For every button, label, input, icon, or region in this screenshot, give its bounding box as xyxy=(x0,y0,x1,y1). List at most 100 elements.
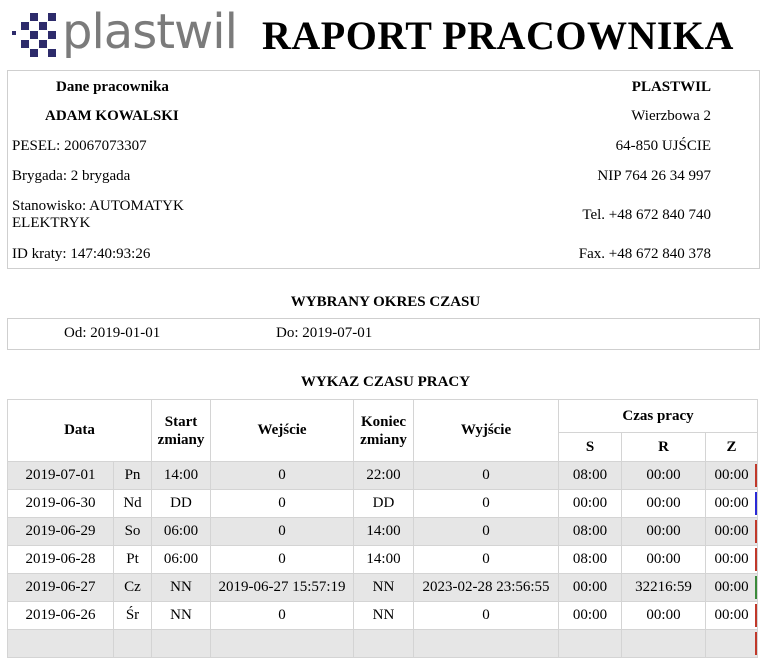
table-row: 2019-06-28 Pt 06:00 0 14:00 0 08:00 00:00 00:00 xyxy=(7,545,759,574)
row-status-marker xyxy=(755,632,757,655)
cell-date: 2019-06-26 xyxy=(7,601,114,630)
cell-shift-end: 14:00 xyxy=(353,545,415,574)
cell-day xyxy=(112,629,153,658)
worktime-heading: WYKAZ CZASU PRACY xyxy=(300,374,471,390)
cell-date: 2019-06-29 xyxy=(7,517,114,546)
cell-entry: 0 xyxy=(210,517,355,546)
company-city: 64-850 UJŚCIE xyxy=(615,138,711,154)
cell-entry: 0 xyxy=(210,489,355,518)
cell-shift-end: DD xyxy=(353,489,415,518)
cell-exit: 0 xyxy=(413,517,560,546)
company-nip: NIP 764 26 34 997 xyxy=(597,168,711,184)
cell-r: 00:00 xyxy=(621,545,707,574)
cell-day: Śr xyxy=(112,601,153,630)
cell-date: 2019-07-01 xyxy=(7,461,114,490)
report-title: RAPORT PRACOWNIKA xyxy=(262,13,734,58)
row-status-marker xyxy=(755,548,757,571)
cell-r: 00:00 xyxy=(621,517,707,546)
table-row: 2019-07-01 Pn 14:00 0 22:00 0 08:00 00:00 00:00 xyxy=(7,461,759,490)
row-status-marker xyxy=(755,464,757,487)
period-from: Od: 2019-01-01 xyxy=(64,325,161,341)
cell-s: 08:00 xyxy=(558,545,623,574)
cell-r: 00:00 xyxy=(621,461,707,490)
period-heading: WYBRANY OKRES CZASU xyxy=(290,294,481,310)
cell-shift-end: NN xyxy=(353,601,415,630)
cell-z xyxy=(705,629,759,658)
cell-z: 00:00 xyxy=(705,545,759,574)
cell-z: 00:00 xyxy=(705,573,759,602)
row-status-marker xyxy=(755,576,757,599)
cell-day: Pt xyxy=(112,545,153,574)
cell-day: So xyxy=(112,517,153,546)
cell-shift-end: NN xyxy=(353,573,415,602)
cell-shift-start xyxy=(151,629,212,658)
cell-day: Cz xyxy=(112,573,153,602)
col-header-r: R xyxy=(621,432,707,462)
col-header-work-time: Czas pracy xyxy=(558,399,759,433)
cell-z: 00:00 xyxy=(705,489,759,518)
row-status-marker xyxy=(755,520,757,543)
cell-s: 08:00 xyxy=(558,461,623,490)
cell-exit: 2023-02-28 23:56:55 xyxy=(413,573,560,602)
employee-pesel: PESEL: 20067073307 xyxy=(12,138,147,154)
cell-exit: 0 xyxy=(413,545,560,574)
cell-entry: 2019-06-27 15:57:19 xyxy=(210,573,355,602)
company-name: PLASTWIL xyxy=(631,79,711,95)
cell-date: 2019-06-27 xyxy=(7,573,114,602)
cell-s: 00:00 xyxy=(558,489,623,518)
employee-company-info: Dane pracownika ADAM KOWALSKI PESEL: 200… xyxy=(7,70,760,269)
col-header-exit: Wyjście xyxy=(413,399,560,462)
cell-z: 00:00 xyxy=(705,517,759,546)
cell-shift-start: NN xyxy=(151,573,212,602)
employee-brigade: Brygada: 2 brygada xyxy=(12,168,131,184)
cell-r: 32216:59 xyxy=(621,573,707,602)
cell-r xyxy=(621,629,707,658)
cell-shift-start: 06:00 xyxy=(151,517,212,546)
cell-exit: 0 xyxy=(413,601,560,630)
worktime-rows: 2019-07-01 Pn 14:00 0 22:00 0 08:00 00:00 00:00 2… xyxy=(7,461,759,658)
period-to: Do: 2019-07-01 xyxy=(276,325,373,341)
employee-card-id: ID kraty: 147:40:93:26 xyxy=(12,246,151,262)
cell-exit xyxy=(413,629,560,658)
table-row: 2019-06-30 Nd DD 0 DD 0 00:00 00:00 00:00 xyxy=(7,489,759,518)
cell-shift-end: 22:00 xyxy=(353,461,415,490)
row-status-marker xyxy=(755,604,757,627)
employee-position: Stanowisko: AUTOMATYK ELEKTRYK xyxy=(12,198,184,231)
employee-heading: Dane pracownika xyxy=(56,79,169,95)
cell-r: 00:00 xyxy=(621,601,707,630)
cell-entry: 0 xyxy=(210,601,355,630)
period-box: Od: 2019-01-01 Do: 2019-07-01 xyxy=(7,318,760,350)
table-row: 2019-06-29 So 06:00 0 14:00 0 08:00 00:00 00:00 xyxy=(7,517,759,546)
worktime-table: Data Start zmiany Wejście Koniec zmiany … xyxy=(6,399,759,658)
logo-wordmark: plastwil xyxy=(62,4,238,60)
col-header-date: Data xyxy=(6,399,153,462)
col-header-z: Z xyxy=(705,432,759,462)
table-row xyxy=(7,629,759,658)
employee-name: ADAM KOWALSKI xyxy=(45,108,179,124)
company-fax: Fax. +48 672 840 378 xyxy=(578,246,711,262)
cell-s: 08:00 xyxy=(558,517,623,546)
company-street: Wierzbowa 2 xyxy=(631,108,711,124)
cell-shift-start: 14:00 xyxy=(151,461,212,490)
cell-day: Pn xyxy=(112,461,153,490)
cell-s: 00:00 xyxy=(558,601,623,630)
cell-shift-start: 06:00 xyxy=(151,545,212,574)
col-header-entry: Wejście xyxy=(210,399,355,462)
company-tel: Tel. +48 672 840 740 xyxy=(582,207,711,223)
col-header-shift-end: Koniec zmiany xyxy=(353,399,415,462)
cell-s xyxy=(558,629,623,658)
col-header-shift-start: Start zmiany xyxy=(151,399,212,462)
cell-date xyxy=(7,629,114,658)
cell-shift-start: DD xyxy=(151,489,212,518)
cell-date: 2019-06-30 xyxy=(7,489,114,518)
cell-z: 00:00 xyxy=(705,461,759,490)
cell-entry: 0 xyxy=(210,461,355,490)
cell-exit: 0 xyxy=(413,461,560,490)
cell-z: 00:00 xyxy=(705,601,759,630)
table-row: 2019-06-27 Cz NN 2019-06-27 15:57:19 NN 2023-… xyxy=(7,573,759,602)
cell-day: Nd xyxy=(112,489,153,518)
plastwil-logo: plastwil xyxy=(12,4,238,60)
cell-shift-end: 14:00 xyxy=(353,517,415,546)
col-header-s: S xyxy=(558,432,623,462)
cell-exit: 0 xyxy=(413,489,560,518)
